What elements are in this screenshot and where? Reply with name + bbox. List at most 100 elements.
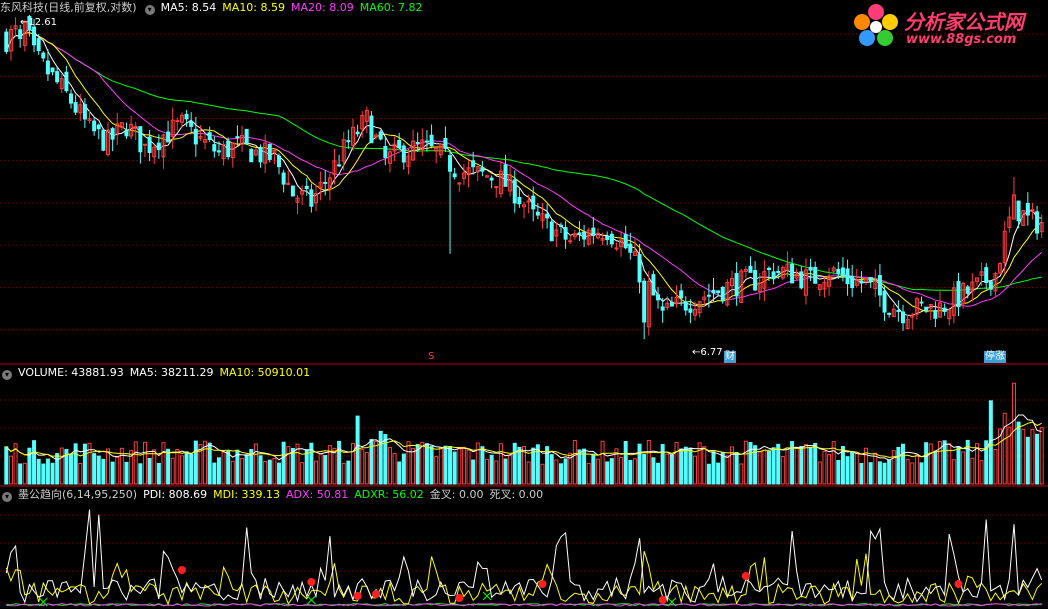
volume-bar [688, 447, 693, 485]
volume-bar [346, 460, 351, 485]
candle-body [207, 132, 212, 141]
volume-bar [924, 442, 929, 485]
volume-bar [716, 462, 721, 485]
volume-bar [406, 441, 411, 485]
candle-body [281, 172, 286, 185]
volume-bar [887, 459, 892, 485]
volume-bar [734, 452, 739, 485]
volume-bar [808, 446, 813, 485]
candle-body [503, 164, 508, 187]
settings-circle-icon[interactable]: ▾ [144, 5, 155, 15]
candle-body [882, 290, 887, 313]
volume-bar [397, 461, 402, 485]
golden-cross-value: 金叉: 0.00 [429, 488, 484, 501]
candle-body [1025, 202, 1030, 216]
volume-bar [1011, 382, 1016, 485]
volume-bar [101, 458, 106, 485]
red-signal-dot [307, 578, 316, 586]
volume-bar [55, 453, 60, 485]
site-logo[interactable]: 分析家公式网 www.88gs.com [852, 2, 1046, 52]
candle-body [720, 286, 725, 302]
volume-bar [549, 454, 554, 485]
volume-bar [18, 463, 23, 485]
candle-body [688, 308, 693, 313]
volume-bar [142, 441, 147, 485]
candle-body [138, 126, 143, 153]
candle-body [494, 186, 499, 189]
volume-bar [720, 452, 725, 485]
candle-body [258, 147, 263, 163]
marker-s: S [428, 351, 435, 362]
volume-bar [337, 440, 342, 485]
candle-body [609, 233, 614, 245]
candle-body [82, 104, 87, 120]
volume-bar [896, 446, 901, 485]
red-signal-dot [658, 596, 667, 604]
volume-bar [383, 434, 388, 485]
volume-bar [374, 440, 379, 485]
candle-body [845, 268, 850, 285]
volume-bar [272, 458, 277, 485]
candle-body [531, 195, 536, 210]
volume-bar [512, 442, 517, 485]
ma10-path [5, 32, 1043, 313]
volume-bar [263, 461, 268, 485]
volume-bar [378, 430, 383, 485]
ma20-value: MA20: 8.09 [291, 1, 354, 14]
volume-bar [452, 451, 457, 485]
red-signal-dot [353, 592, 362, 600]
candle-body [448, 155, 453, 172]
candle-body [471, 160, 476, 168]
volume-bar [1002, 412, 1007, 485]
ma60-path [5, 32, 1042, 291]
volume-bar [873, 452, 878, 485]
volume-bar [96, 455, 101, 485]
candle-body [711, 289, 716, 294]
ma60-value: MA60: 7.82 [359, 1, 423, 14]
candle-body [45, 60, 50, 75]
red-signal-dot [455, 594, 464, 602]
candle-body [415, 141, 420, 144]
red-signal-dot [372, 590, 381, 598]
candle-body [776, 270, 781, 273]
volume-bar [226, 450, 231, 485]
candlestick-series [4, 14, 1044, 340]
volume-bar [1035, 433, 1040, 485]
indicator-settings-icon[interactable]: ▾ [2, 492, 12, 502]
volume-bar [748, 442, 753, 485]
volume-bar [651, 457, 656, 485]
volume-bar [170, 457, 175, 485]
stock-chart[interactable] [0, 0, 1048, 609]
volume-settings-icon[interactable]: ▾ [2, 370, 12, 380]
volume-bar [531, 447, 536, 485]
volume-bar [401, 453, 406, 485]
ma5-value: MA5: 8.54 [160, 1, 217, 14]
candle-body [69, 93, 74, 104]
candle-body [642, 280, 647, 323]
volume-bar [508, 455, 513, 485]
volume-bar [771, 447, 776, 485]
volume-bar [974, 443, 979, 485]
candle-body [628, 243, 633, 253]
volume-ma5: MA5: 38211.29 [129, 366, 214, 379]
candle-body [563, 227, 568, 240]
volume-bar [905, 458, 910, 485]
high-price-label: ←12.61 [20, 17, 58, 28]
candle-body [216, 150, 221, 153]
volume-bar [854, 452, 859, 485]
volume-bar [45, 458, 50, 485]
volume-bar [161, 442, 166, 485]
volume-bar [933, 450, 938, 485]
candle-body [184, 113, 189, 120]
candle-body [4, 31, 9, 52]
volume-bar [656, 462, 661, 485]
volume-bar [605, 461, 610, 485]
candle-body [1016, 200, 1021, 222]
volume-bar [216, 457, 221, 485]
volume-bar [105, 448, 111, 485]
volume-bar [189, 453, 194, 485]
mdi-value: MDI: 339.13 [213, 488, 281, 501]
candle-body [41, 52, 46, 59]
candle-body [517, 197, 522, 205]
volume-bar [212, 462, 217, 485]
